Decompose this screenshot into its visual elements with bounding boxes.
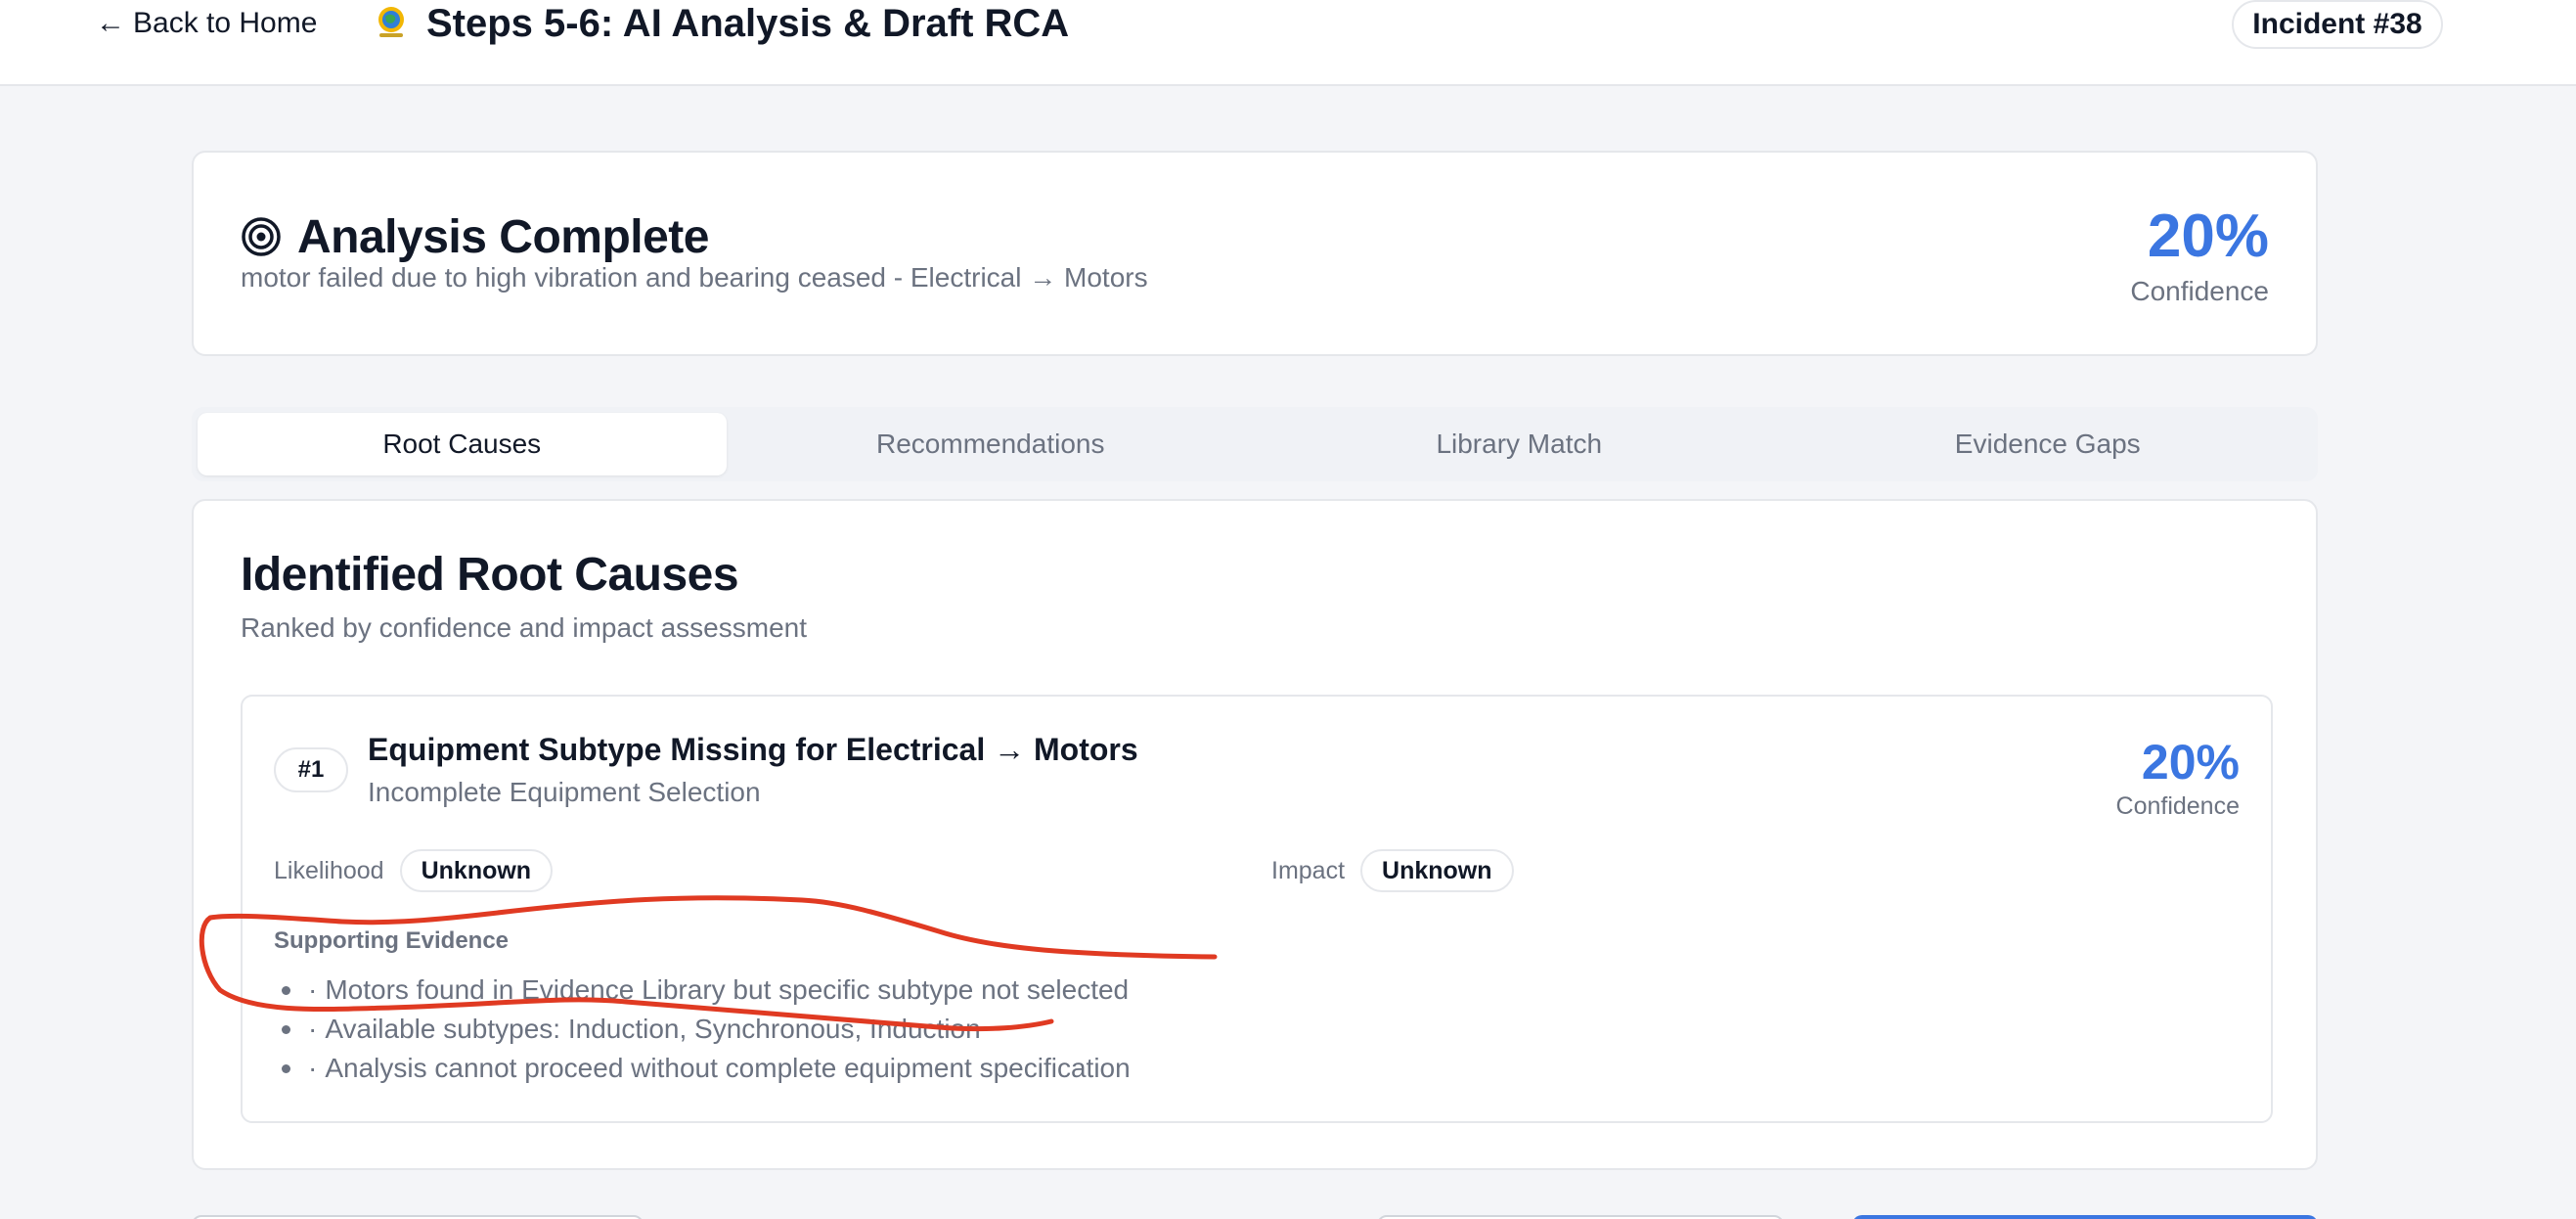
page: ← Back to Home Steps 5-6: AI Analysis & … [0, 0, 2576, 1219]
analysis-tabs: Root Causes Recommendations Library Matc… [192, 407, 2318, 481]
top-header: ← Back to Home Steps 5-6: AI Analysis & … [0, 0, 2576, 86]
rank-badge: #1 [274, 747, 348, 792]
root-cause-card: #1 Equipment Subtype Missing for Electri… [241, 695, 2273, 1123]
evidence-text: Analysis cannot proceed without complete… [325, 1053, 1131, 1083]
list-item: · Available subtypes: Induction, Synchro… [274, 1010, 1131, 1049]
globe-logo-icon [378, 7, 404, 37]
bottom-button-primary[interactable] [1852, 1215, 2318, 1219]
root-causes-subtitle: Ranked by confidence and impact assessme… [241, 612, 807, 643]
root-cause-title: Equipment Subtype Missing for Electrical… [368, 732, 1138, 767]
root-causes-panel: Identified Root Causes Ranked by confide… [192, 499, 2318, 1170]
tab-recommendations[interactable]: Recommendations [727, 413, 1256, 475]
analysis-title: Analysis Complete [297, 210, 709, 263]
middot-icon: · [308, 1014, 318, 1044]
analysis-title-row: Analysis Complete [241, 209, 709, 264]
impact-row: Impact Unknown [1271, 849, 1514, 892]
likelihood-label: Likelihood [274, 856, 384, 884]
bottom-button-secondary-2[interactable] [1377, 1215, 1784, 1219]
likelihood-row: Likelihood Unknown [274, 849, 554, 892]
root-causes-title: Identified Root Causes [241, 549, 739, 601]
middot-icon: · [308, 1053, 318, 1083]
analysis-subtitle: motor failed due to high vibration and b… [241, 262, 1148, 293]
incident-badge: Incident #38 [2232, 0, 2443, 49]
root-cause-confidence-value: 20% [2141, 735, 2240, 790]
overall-confidence-value: 20% [2147, 203, 2269, 270]
bottom-button-secondary[interactable] [192, 1215, 644, 1219]
impact-label: Impact [1271, 856, 1346, 884]
supporting-evidence-list: · Motors found in Evidence Library but s… [274, 971, 1131, 1088]
arrow-left-icon: ← [96, 7, 125, 39]
tab-root-causes[interactable]: Root Causes [198, 413, 727, 475]
evidence-text: Motors found in Evidence Library but spe… [325, 974, 1130, 1005]
bullet-icon [282, 1024, 290, 1034]
bullet-icon [282, 1063, 290, 1073]
analysis-summary-card: Analysis Complete motor failed due to hi… [192, 151, 2318, 356]
list-item: · Motors found in Evidence Library but s… [274, 971, 1131, 1010]
bullet-icon [282, 985, 290, 995]
root-cause-category: Incomplete Equipment Selection [368, 777, 761, 807]
supporting-evidence-label: Supporting Evidence [274, 927, 510, 954]
tab-library-match[interactable]: Library Match [1255, 413, 1784, 475]
root-cause-confidence-label: Confidence [2115, 792, 2240, 820]
back-to-home-link[interactable]: ← Back to Home [96, 4, 317, 43]
evidence-text: Available subtypes: Induction, Synchrono… [325, 1014, 981, 1044]
tab-evidence-gaps[interactable]: Evidence Gaps [1784, 413, 2313, 475]
impact-badge: Unknown [1360, 849, 1514, 892]
likelihood-badge: Unknown [399, 849, 554, 892]
middot-icon: · [308, 974, 318, 1005]
page-title: Steps 5-6: AI Analysis & Draft RCA [426, 1, 1070, 45]
list-item: · Analysis cannot proceed without comple… [274, 1049, 1131, 1088]
back-label: Back to Home [133, 7, 318, 39]
overall-confidence-label: Confidence [2130, 276, 2269, 306]
target-icon [242, 217, 281, 256]
